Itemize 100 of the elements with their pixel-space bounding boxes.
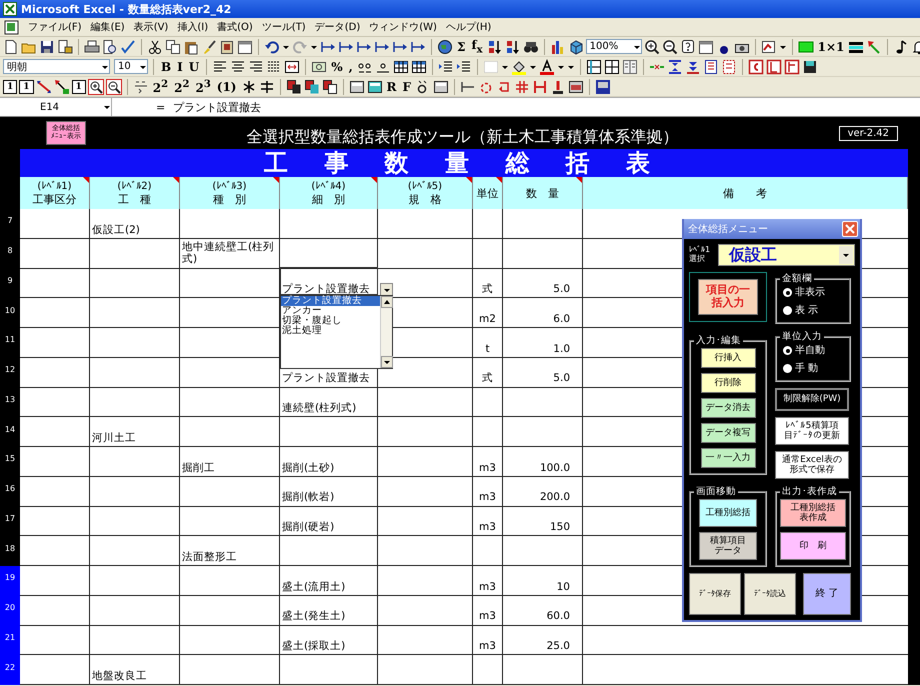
radio-option[interactable]: 半自動	[783, 344, 825, 357]
arrow-icon[interactable]	[866, 38, 882, 54]
radio-option[interactable]: 手 動	[783, 362, 818, 375]
stacked-pages-icon[interactable]	[286, 78, 302, 94]
calculator-icon[interactable]	[433, 78, 450, 94]
toolbar-button[interactable]: 2$^{3}$	[193, 78, 213, 96]
frame-icon[interactable]	[586, 58, 602, 74]
align-right-icon[interactable]	[248, 58, 264, 74]
menu-button[interactable]: 印 刷	[780, 532, 846, 560]
radio-icon[interactable]	[783, 346, 792, 355]
page-columns-icon[interactable]	[622, 58, 638, 74]
spelling-check-icon[interactable]	[120, 38, 136, 54]
menu-item[interactable]: 書式(O)	[217, 20, 253, 34]
menu-button[interactable]: データ複写	[700, 423, 756, 443]
document-lock-icon[interactable]	[57, 38, 73, 54]
table-icon[interactable]	[392, 58, 409, 74]
menu-item[interactable]: ファイル(F)	[28, 20, 82, 34]
scissors-icon[interactable]	[147, 38, 163, 54]
merge-cells-icon[interactable]	[284, 58, 300, 74]
toolbar-button[interactable]: 2$^{2}$	[172, 78, 192, 96]
window-icon[interactable]	[568, 78, 584, 94]
grid-icon[interactable]	[798, 38, 814, 54]
stacked-pages-icon[interactable]	[304, 78, 320, 94]
dropdown-arrow-icon[interactable]	[842, 251, 850, 259]
toolbar-button[interactable]: 1	[19, 80, 34, 94]
menu-item[interactable]: 編集(E)	[90, 20, 125, 34]
toolbar-button[interactable]: U	[186, 58, 202, 76]
clipboard-icon[interactable]	[219, 38, 235, 54]
sort-descending-icon[interactable]	[504, 38, 521, 54]
menu-button[interactable]: 通常Excel表の形式で保存	[775, 451, 849, 479]
calendar-icon[interactable]	[237, 38, 253, 54]
close-button[interactable]	[842, 221, 858, 237]
menu-item[interactable]: ウィンドウ(W)	[369, 20, 437, 34]
table-icon[interactable]	[410, 58, 427, 74]
cross-mark-icon[interactable]	[258, 78, 274, 94]
toolbar-button[interactable]: ,	[346, 58, 355, 76]
scrollbar[interactable]	[380, 296, 392, 368]
menu-item[interactable]: データ(D)	[314, 20, 360, 34]
indent-icon[interactable]	[456, 58, 472, 74]
sheet-layout-icon[interactable]	[766, 58, 782, 74]
stacked-pages-icon[interactable]	[322, 78, 338, 94]
copy-icon[interactable]	[165, 38, 181, 54]
printer-icon[interactable]	[84, 38, 100, 54]
menu-item[interactable]: 挿入(I)	[177, 20, 208, 34]
calendar-icon[interactable]	[698, 38, 714, 54]
indent-icon[interactable]	[438, 58, 454, 74]
list-item[interactable]: 切梁・腹起し	[281, 316, 380, 326]
toolbar-button[interactable]: f$_{x}$	[469, 38, 485, 56]
toolbar-button[interactable]: 1	[3, 80, 18, 94]
radio-option[interactable]: 表 示	[783, 304, 818, 317]
font-box[interactable]: 明朝	[3, 59, 110, 74]
radio-icon[interactable]	[783, 364, 792, 373]
chart-wizard-icon[interactable]	[760, 38, 777, 54]
toolbar-button[interactable]: F	[400, 78, 414, 96]
row-list-icon[interactable]	[720, 58, 737, 74]
zoom-out-icon[interactable]	[662, 38, 678, 54]
hash-icon[interactable]	[514, 78, 530, 94]
menu-item[interactable]: ヘルプ(H)	[446, 20, 492, 34]
caret-icon[interactable]	[103, 103, 111, 111]
menu-button[interactable]: ﾚﾍﾞﾙ5積算項目ﾃﾞｰﾀの更新	[775, 417, 849, 445]
diagonal-line-icon[interactable]	[36, 78, 52, 94]
menu-button[interactable]: データ消去	[700, 398, 756, 418]
calculator-icon[interactable]	[366, 78, 382, 94]
menu-button[interactable]: 行挿入	[700, 348, 756, 368]
menu-button[interactable]: ﾃﾞｰﾀ保存	[689, 573, 741, 615]
workbook-icon[interactable]	[4, 20, 19, 34]
print-preview-icon[interactable]	[102, 38, 118, 54]
bar-chart-icon[interactable]	[550, 38, 566, 54]
menu-button[interactable]: 一〃一入力	[700, 448, 756, 468]
menu-button[interactable]: 工種別総括	[699, 499, 757, 527]
list-item[interactable]: 泥土処理	[281, 326, 380, 336]
menu-button[interactable]: ﾃﾞｰﾀ読込	[744, 573, 796, 615]
menu-button[interactable]: 制限解除(PW)	[775, 388, 849, 411]
align-center-icon[interactable]	[230, 58, 246, 74]
sheet-split-icon[interactable]	[784, 58, 800, 74]
toolbar-button[interactable]: B	[159, 58, 174, 76]
toolbar-button[interactable]: 2$^{2}$	[150, 78, 170, 96]
save-icon[interactable]	[39, 38, 55, 54]
column-list-icon[interactable]	[702, 58, 719, 74]
zoom-out-icon[interactable]	[106, 78, 122, 94]
menu-button[interactable]: 終 了	[803, 573, 851, 615]
help-icon[interactable]	[680, 38, 696, 54]
paintbrush-icon[interactable]	[201, 38, 217, 54]
vertical-fit-icon[interactable]	[666, 58, 683, 74]
new-document-icon[interactable]	[3, 38, 19, 54]
toolbar-button[interactable]: %	[329, 58, 345, 76]
toolbar-button[interactable]: I	[175, 58, 185, 76]
font-size-box[interactable]: 10	[114, 59, 148, 74]
screen-icon[interactable]	[595, 78, 612, 94]
calculator-icon[interactable]	[348, 78, 364, 94]
radio-icon[interactable]	[783, 306, 792, 315]
copy-sheet-icon[interactable]	[748, 58, 764, 74]
zoom-box[interactable]: 100%	[586, 39, 642, 54]
dropdown-button[interactable]	[380, 283, 393, 296]
row-header[interactable]: 20	[0, 596, 20, 626]
menu-button[interactable]: 積算項目データ	[699, 532, 757, 560]
sort-ascending-icon[interactable]	[486, 38, 503, 54]
radio-option[interactable]: 非表示	[783, 286, 825, 299]
cube-icon[interactable]	[568, 38, 584, 54]
menu-item[interactable]: 表示(V)	[134, 20, 168, 34]
